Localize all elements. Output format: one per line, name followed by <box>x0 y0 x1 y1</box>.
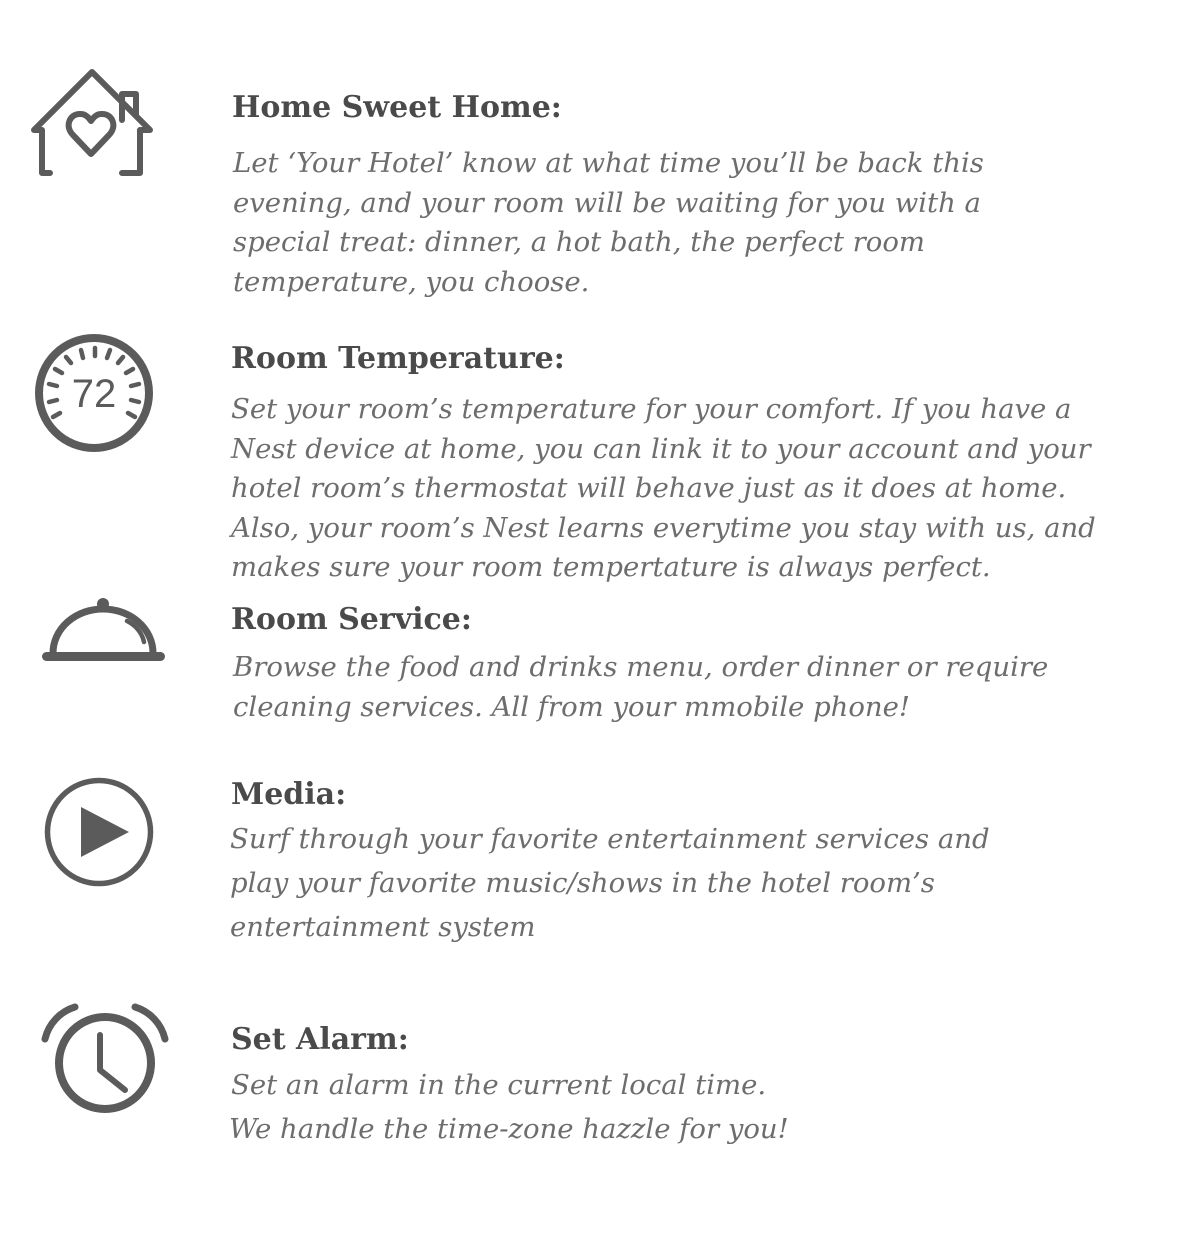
cloche-icon <box>40 597 168 665</box>
feature-title: Home Sweet Home: <box>232 90 562 125</box>
description-line: Set an alarm in the current local time. <box>231 1069 767 1101</box>
feature-title: Set Alarm: <box>231 1022 409 1057</box>
thermostat-reading: 72 <box>72 372 117 416</box>
description-line: Set your room’s temperature for your com… <box>231 393 1072 425</box>
description-line: makes sure your room tempertature is alw… <box>231 551 991 583</box>
description-line: Nest device at home, you can link it to … <box>231 432 1091 465</box>
feature-title: Room Temperature: <box>231 341 565 376</box>
description-line: play your favorite music/shows in the ho… <box>230 867 935 899</box>
feature-title: Room Service: <box>231 602 472 637</box>
feature-description: Surf through your favorite entertainment… <box>230 817 990 949</box>
description-line: Browse the food and drinks menu, order d… <box>233 651 1049 683</box>
description-line: special treat: dinner, a hot bath, the p… <box>233 226 925 258</box>
thermostat-icon: 72 <box>33 332 155 454</box>
description-line: temperature, you choose. <box>233 265 590 298</box>
description-line: evening, and your room will be waiting f… <box>233 186 981 219</box>
description-line: entertainment system <box>230 911 536 943</box>
feature-description: Set your room’s temperature for your com… <box>231 390 1096 588</box>
play-icon <box>44 777 154 887</box>
description-line: hotel room’s thermostat will behave just… <box>231 472 1067 504</box>
house-heart-icon <box>30 66 154 178</box>
description-line: Also, your room’s Nest learns everytime … <box>231 511 1096 544</box>
feature-description: Browse the food and drinks menu, order d… <box>233 648 1048 727</box>
description-line: cleaning services. All from your mmobile… <box>233 690 910 723</box>
feature-title: Media: <box>231 777 347 812</box>
description-line: Surf through your favorite entertainment… <box>230 823 990 855</box>
description-line: We handle the time-zone hazzle for you! <box>229 1113 789 1145</box>
description-line: Let ‘Your Hotel’ know at what time you’l… <box>233 147 984 179</box>
feature-description: Let ‘Your Hotel’ know at what time you’l… <box>233 144 984 302</box>
alarm-clock-icon <box>41 1003 169 1119</box>
feature-description: Set an alarm in the current local time. … <box>229 1063 789 1151</box>
